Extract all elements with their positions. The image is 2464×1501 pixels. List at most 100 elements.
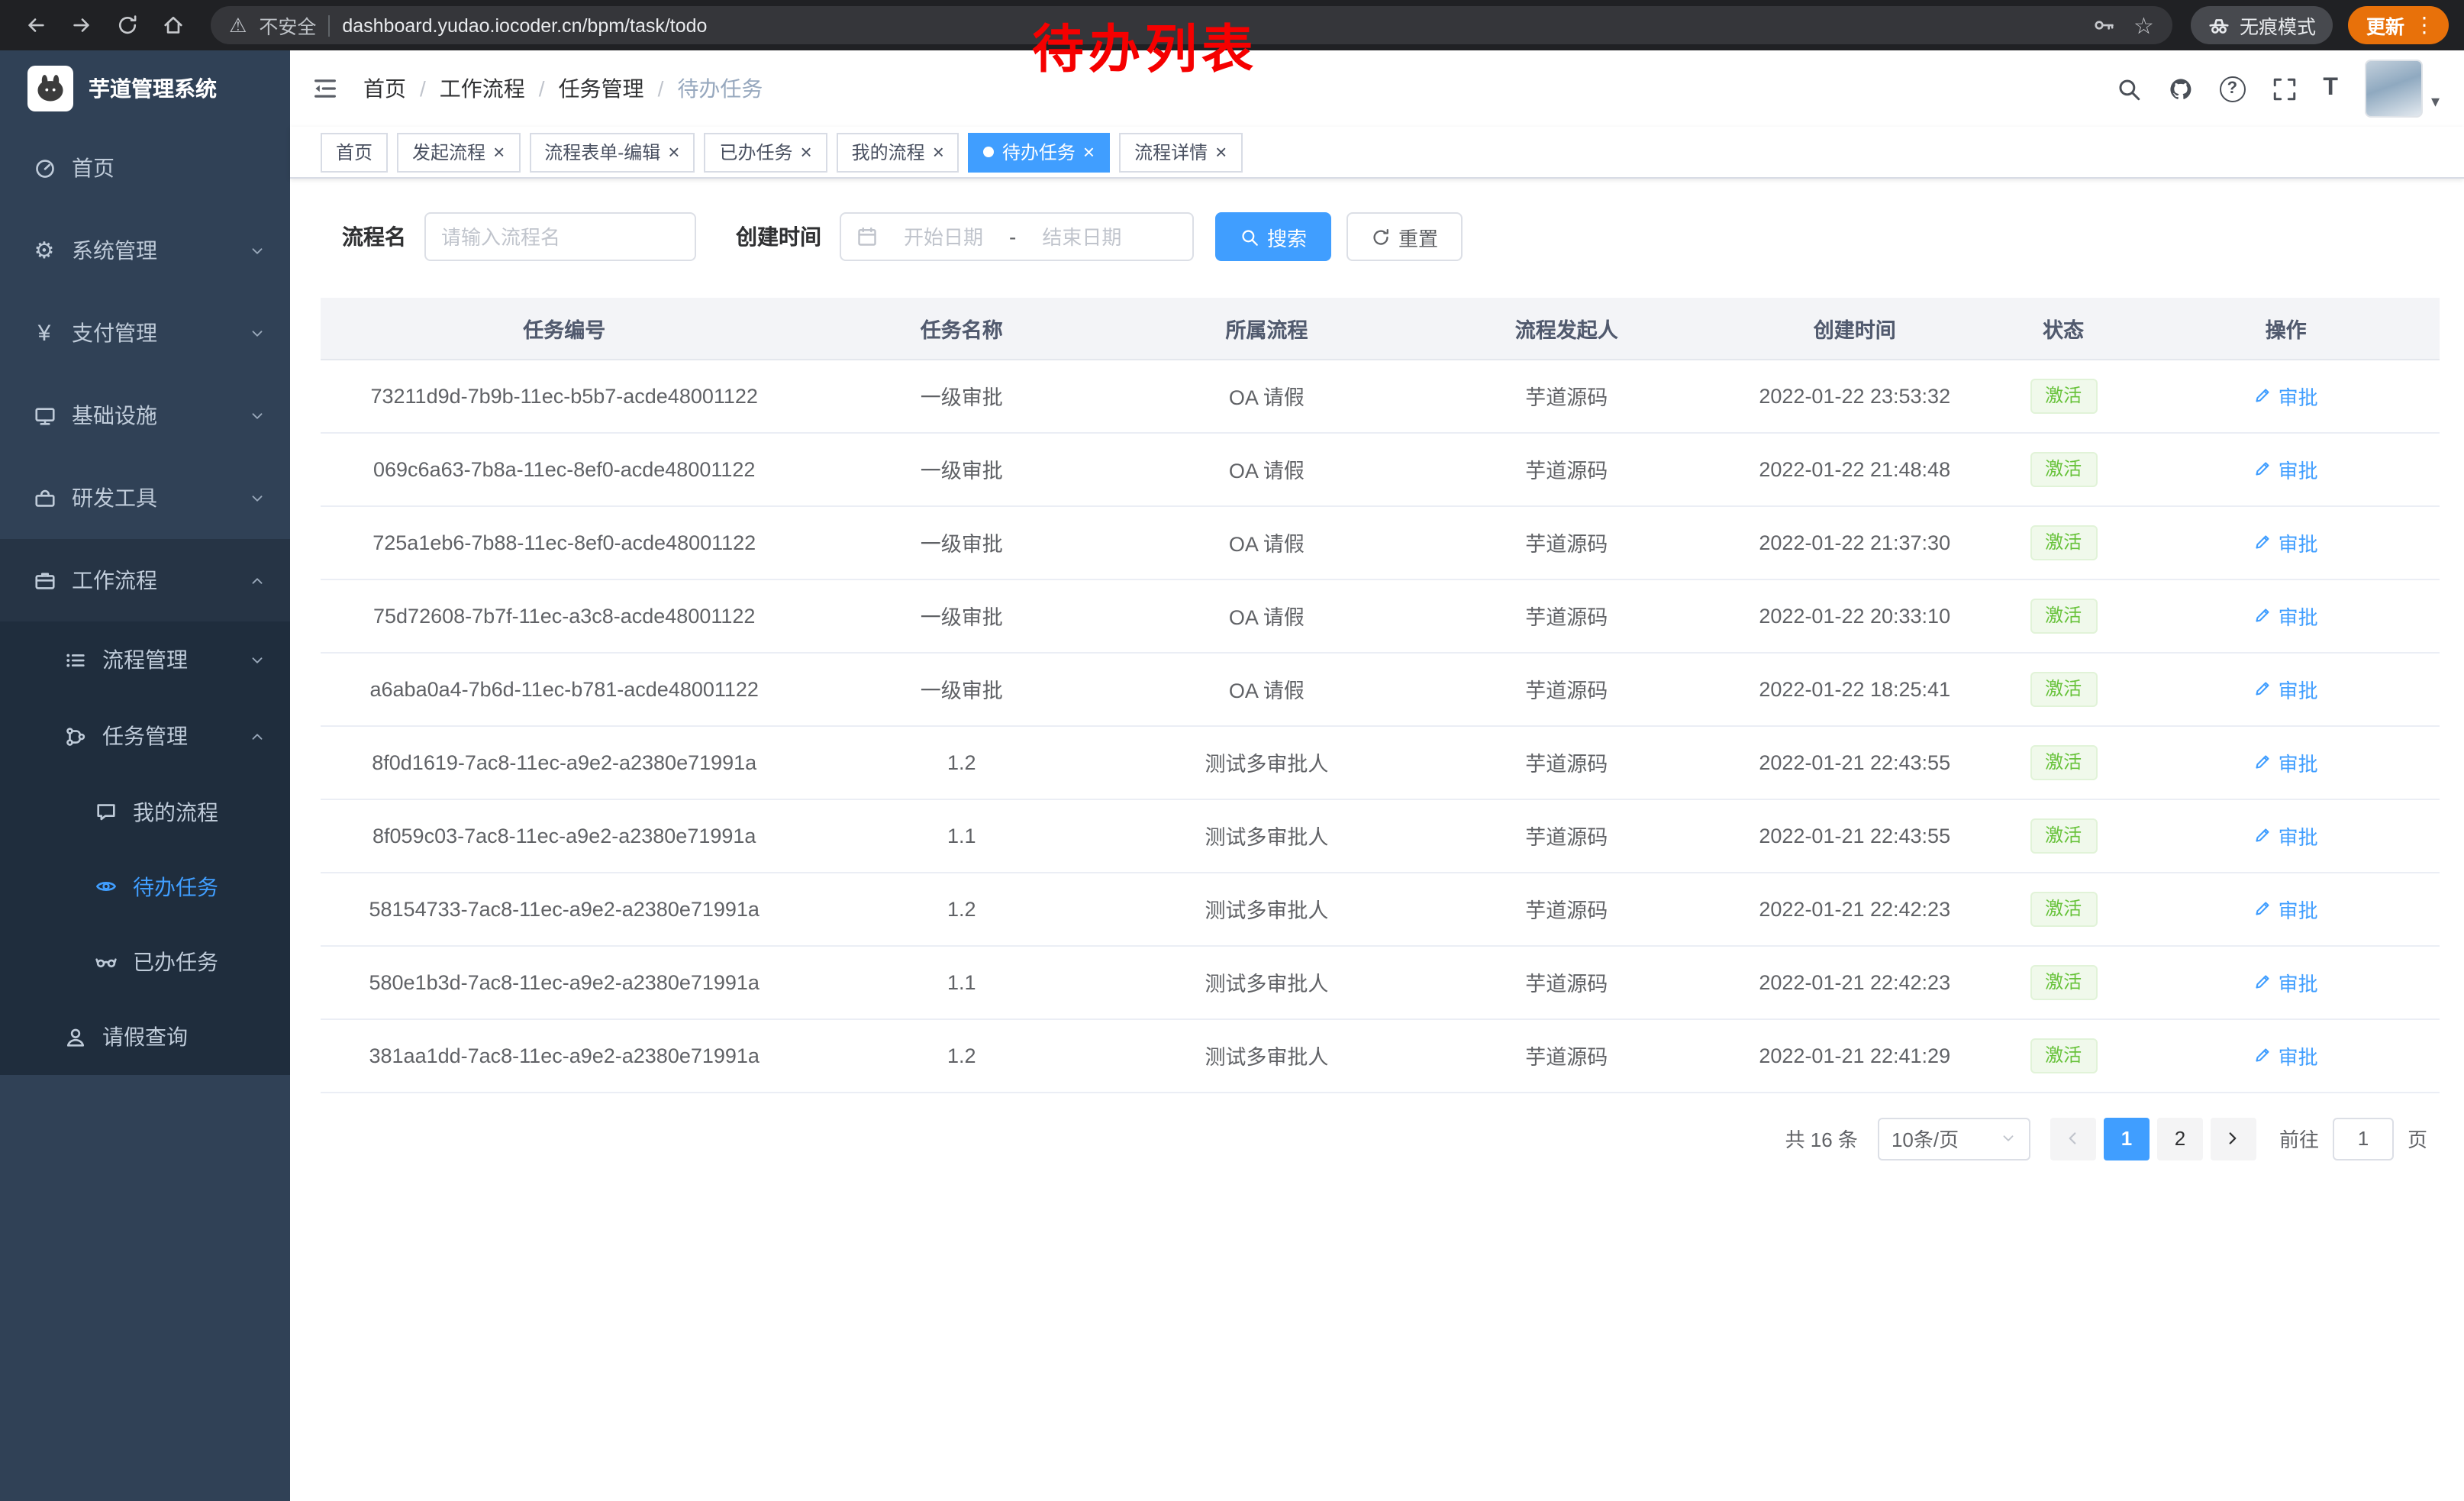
sidebar-item-system-mgmt[interactable]: ⚙ 系统管理 [0,209,290,292]
reset-button[interactable]: 重置 [1346,212,1463,261]
page-button-1[interactable]: 1 [2104,1117,2150,1160]
process-name-input[interactable] [424,212,696,261]
sidebar-item-my-process[interactable]: 我的流程 [0,774,290,849]
bookmark-star-icon[interactable]: ☆ [2133,11,2154,39]
table-row[interactable]: 8f0d1619-7ac8-11ec-a9e2-a2380e71991a 1.2… [321,725,2440,799]
fullscreen-icon[interactable] [2271,76,2297,102]
cell-initiator: 芋道源码 [1418,359,1715,432]
sidebar-item-task-mgmt[interactable]: 任务管理 [0,698,290,774]
edit-icon [2254,753,2272,771]
help-icon[interactable]: ? [2219,76,2245,102]
approve-link[interactable]: 审批 [2254,674,2318,703]
home-button[interactable] [153,5,192,45]
end-date-field[interactable] [1022,225,1141,248]
approve-link[interactable]: 审批 [2254,601,2318,630]
glasses-icon [92,950,119,973]
sidebar-item-done-tasks[interactable]: 已办任务 [0,924,290,999]
table-row[interactable]: a6aba0a4-7b6d-11ec-b781-acde48001122 一级审… [321,652,2440,725]
cell-initiator: 芋道源码 [1418,579,1715,652]
tab-close-icon[interactable]: × [668,142,679,162]
table-row[interactable]: 75d72608-7b7f-11ec-a3c8-acde48001122 一级审… [321,579,2440,652]
sidebar-item-dev-tools[interactable]: 研发工具 [0,457,290,539]
cell-task-name: 1.1 [808,945,1115,1018]
goto-page-input[interactable] [2333,1117,2394,1160]
breadcrumb-workflow[interactable]: 工作流程 [440,73,525,104]
cell-process: OA 请假 [1115,432,1418,505]
cell-task-name: 1.2 [808,725,1115,799]
reload-button[interactable] [107,5,147,45]
sidebar-item-payment-mgmt[interactable]: ¥ 支付管理 [0,292,290,374]
date-range-picker[interactable]: - [840,212,1194,261]
table-row[interactable]: 580e1b3d-7ac8-11ec-a9e2-a2380e71991a 1.1… [321,945,2440,1018]
tab-close-icon[interactable]: × [493,142,505,162]
column-header-status: 状态 [1995,298,2132,359]
sidebar-item-label: 任务管理 [102,721,188,751]
status-badge: 激活 [2030,818,2097,853]
tab-home[interactable]: 首页 [321,132,388,172]
tab-close-icon[interactable]: × [1215,142,1227,162]
active-tab-dot [984,147,995,157]
page-button-2[interactable]: 2 [2157,1117,2203,1160]
table-row[interactable]: 73211d9d-7b9b-11ec-b5b7-acde48001122 一级审… [321,359,2440,432]
tab-close-icon[interactable]: × [933,142,944,162]
table-row[interactable]: 381aa1dd-7ac8-11ec-a9e2-a2380e71991a 1.2… [321,1018,2440,1092]
tab-close-icon[interactable]: × [800,142,811,162]
top-navbar: 首页 / 工作流程 / 任务管理 / 待办任务 ? T ▾ [290,50,2464,127]
sidebar-item-infrastructure[interactable]: 基础设施 [0,374,290,457]
approve-link[interactable]: 审批 [2254,894,2318,923]
table-row[interactable]: 58154733-7ac8-11ec-a9e2-a2380e71991a 1.2… [321,872,2440,945]
tab-process-form-edit[interactable]: 流程表单-编辑 × [529,132,695,172]
breadcrumb-task-mgmt[interactable]: 任务管理 [559,73,644,104]
sidebar-item-todo-tasks[interactable]: 待办任务 [0,849,290,924]
tab-my-process[interactable]: 我的流程 × [837,132,959,172]
app-title: 芋道管理系统 [89,73,217,104]
sidebar-toggle-icon[interactable] [311,75,339,102]
sidebar-item-label: 支付管理 [72,318,157,348]
todo-task-table: 任务编号 任务名称 所属流程 流程发起人 创建时间 状态 操作 73211d9d… [321,298,2440,1093]
approve-link[interactable]: 审批 [2254,381,2318,410]
update-button[interactable]: 更新 ⋮ [2348,6,2449,44]
approve-link[interactable]: 审批 [2254,1041,2318,1070]
page-size-select[interactable]: 10条/页 [1878,1117,2030,1160]
edit-icon [2254,460,2272,478]
next-page-button[interactable] [2211,1117,2256,1160]
forward-button[interactable] [61,5,101,45]
prev-page-button[interactable] [2050,1117,2096,1160]
github-icon[interactable] [2167,76,2193,102]
tab-process-detail[interactable]: 流程详情 × [1119,132,1242,172]
sidebar-item-workflow[interactable]: 工作流程 [0,539,290,621]
process-name-field[interactable] [441,225,679,248]
sidebar-item-label: 工作流程 [72,565,157,596]
tab-close-icon[interactable]: × [1083,142,1095,162]
password-key-icon[interactable] [2092,14,2115,37]
tab-label: 首页 [336,139,373,165]
app-logo: 芋道管理系统 [0,50,290,127]
back-button[interactable] [15,5,55,45]
breadcrumb-home[interactable]: 首页 [363,73,406,104]
sidebar-item-process-mgmt[interactable]: 流程管理 [0,621,290,698]
approve-link[interactable]: 审批 [2254,821,2318,850]
table-row[interactable]: 725a1eb6-7b88-11ec-8ef0-acde48001122 一级审… [321,505,2440,579]
cell-task-name: 一级审批 [808,579,1115,652]
approve-link[interactable]: 审批 [2254,528,2318,557]
edit-icon [2254,386,2272,405]
cell-process: 测试多审批人 [1115,945,1418,1018]
tab-todo-tasks[interactable]: 待办任务 × [969,132,1110,172]
approve-link[interactable]: 审批 [2254,454,2318,483]
table-row[interactable]: 069c6a63-7b8a-11ec-8ef0-acde48001122 一级审… [321,432,2440,505]
approve-link[interactable]: 审批 [2254,747,2318,776]
search-button[interactable]: 搜索 [1215,212,1331,261]
sidebar-item-home[interactable]: 首页 [0,127,290,209]
approve-label: 审批 [2279,894,2318,923]
tab-start-process[interactable]: 发起流程 × [397,132,520,172]
tab-done-tasks[interactable]: 已办任务 × [704,132,827,172]
start-date-field[interactable] [884,225,1003,248]
sidebar-item-leave-query[interactable]: 请假查询 [0,999,290,1075]
font-size-icon[interactable]: T [2323,75,2340,102]
browser-menu-icon[interactable]: ⋮ [2414,12,2435,38]
sidebar-item-label: 系统管理 [72,235,157,266]
search-icon[interactable] [2115,76,2141,102]
approve-link[interactable]: 审批 [2254,967,2318,996]
user-avatar[interactable]: ▾ [2366,60,2440,118]
table-row[interactable]: 8f059c03-7ac8-11ec-a9e2-a2380e71991a 1.1… [321,799,2440,872]
